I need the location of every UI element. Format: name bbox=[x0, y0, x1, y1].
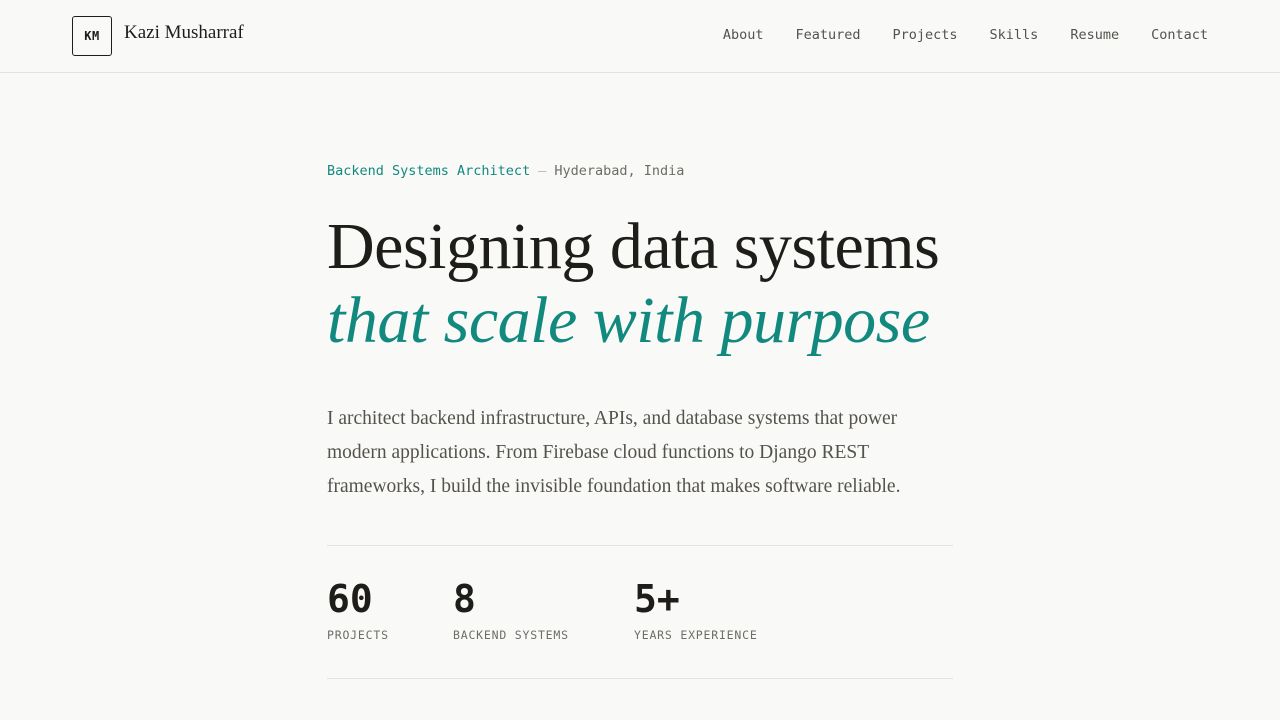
site-header: KM Kazi Musharraf About Featured Project… bbox=[0, 0, 1280, 73]
stat-label: YEARS EXPERIENCE bbox=[634, 628, 758, 642]
stat-projects: 60 PROJECTS bbox=[327, 576, 389, 642]
main-nav: About Featured Projects Skills Resume Co… bbox=[723, 25, 1208, 45]
role-label: Backend Systems Architect bbox=[327, 163, 531, 179]
stats-bar: 60 PROJECTS 8 BACKEND SYSTEMS 5+ YEARS E… bbox=[327, 545, 953, 679]
hero-eyebrow: Backend Systems Architect — Hyderabad, Ind… bbox=[327, 160, 953, 182]
eyebrow-separator: — bbox=[538, 163, 547, 179]
location-label: Hyderabad, India bbox=[554, 163, 685, 179]
hero-headline: Designing data systems bbox=[327, 210, 940, 283]
stat-value: 5+ bbox=[634, 577, 680, 621]
nav-featured[interactable]: Featured bbox=[795, 25, 860, 45]
site-name[interactable]: Kazi Musharraf bbox=[124, 22, 244, 44]
nav-skills[interactable]: Skills bbox=[990, 25, 1039, 45]
stat-label: PROJECTS bbox=[327, 628, 389, 642]
hero-headline-accent: that scale with purpose bbox=[327, 284, 930, 357]
stat-backend-systems: 8 BACKEND SYSTEMS bbox=[453, 576, 569, 642]
stat-value: 8 bbox=[453, 577, 476, 621]
hero-section: Backend Systems Architect — Hyderabad, Ind… bbox=[327, 160, 953, 504]
stat-years-experience: 5+ YEARS EXPERIENCE bbox=[634, 576, 758, 642]
hero-intro: I architect backend infrastructure, APIs… bbox=[327, 408, 901, 497]
stat-label: BACKEND SYSTEMS bbox=[453, 628, 569, 642]
stat-value: 60 bbox=[327, 577, 373, 621]
logo-monogram[interactable]: KM bbox=[72, 16, 112, 56]
nav-about[interactable]: About bbox=[723, 25, 764, 45]
nav-resume[interactable]: Resume bbox=[1070, 25, 1119, 45]
nav-projects[interactable]: Projects bbox=[893, 25, 958, 45]
nav-contact[interactable]: Contact bbox=[1151, 25, 1208, 45]
